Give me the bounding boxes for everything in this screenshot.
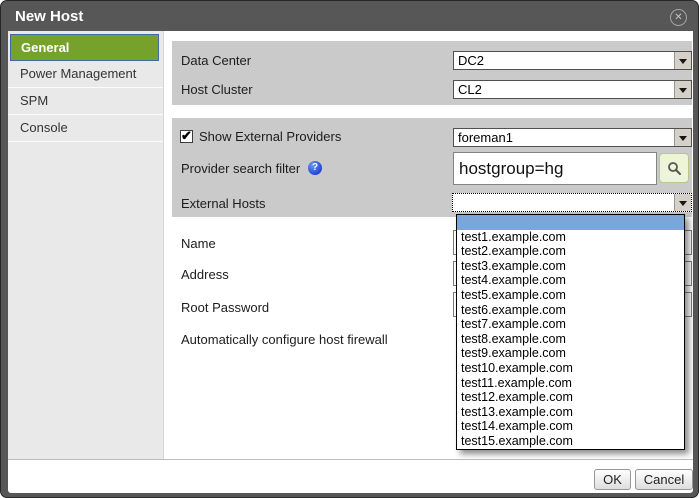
- search-icon: [667, 161, 682, 176]
- host-cluster-value: CL2: [458, 81, 482, 98]
- sidebar-item-label: General: [21, 40, 69, 55]
- sidebar-item-general[interactable]: General: [10, 34, 159, 61]
- cancel-button[interactable]: Cancel: [635, 469, 693, 490]
- external-hosts-label: External Hosts: [181, 194, 266, 213]
- sidebar: General Power Management SPM Console: [8, 31, 164, 459]
- close-icon[interactable]: ✕: [670, 9, 687, 26]
- external-provider-value: foreman1: [458, 129, 513, 146]
- chevron-down-icon: [674, 52, 691, 69]
- root-password-label: Root Password: [181, 298, 269, 317]
- show-external-providers-checkbox[interactable]: ✔: [180, 130, 193, 143]
- firewall-label: Automatically configure host firewall: [181, 330, 388, 349]
- dropdown-item[interactable]: test13.example.com: [457, 405, 684, 420]
- sidebar-item-label: Console: [20, 120, 68, 135]
- provider-search-filter-label: Provider search filter: [181, 159, 300, 178]
- dialog-body: General Power Management SPM Console Dat…: [8, 31, 693, 493]
- window-title: New Host: [15, 8, 83, 25]
- dropdown-item[interactable]: test12.example.com: [457, 390, 684, 405]
- show-external-providers-label: Show External Providers: [199, 127, 341, 146]
- host-cluster-select[interactable]: CL2: [453, 80, 692, 99]
- new-host-dialog: New Host ✕ General Power Management SPM …: [0, 0, 699, 498]
- chevron-down-icon: [674, 194, 691, 211]
- sidebar-item-spm[interactable]: SPM: [8, 88, 163, 115]
- chevron-down-icon: [674, 129, 691, 146]
- checkmark-icon: ✔: [181, 128, 192, 144]
- sidebar-item-console[interactable]: Console: [8, 115, 163, 142]
- provider-search-filter-input[interactable]: [453, 152, 657, 185]
- dropdown-item[interactable]: test10.example.com: [457, 361, 684, 376]
- dropdown-item[interactable]: [457, 215, 684, 230]
- help-icon[interactable]: ?: [308, 161, 322, 175]
- external-hosts-dropdown: test1.example.com test2.example.com test…: [456, 214, 685, 450]
- dropdown-item[interactable]: test5.example.com: [457, 288, 684, 303]
- dropdown-item[interactable]: test3.example.com: [457, 259, 684, 274]
- sidebar-item-label: Power Management: [20, 66, 136, 81]
- sidebar-item-label: SPM: [20, 93, 48, 108]
- sidebar-item-power-management[interactable]: Power Management: [8, 61, 163, 88]
- search-button[interactable]: [659, 153, 689, 183]
- data-center-select[interactable]: DC2: [453, 51, 692, 70]
- external-provider-select[interactable]: foreman1: [453, 128, 692, 147]
- dropdown-item[interactable]: test4.example.com: [457, 273, 684, 288]
- external-hosts-select[interactable]: [452, 193, 692, 212]
- external-provider-section: ✔ Show External Providers foreman1 Provi…: [172, 118, 692, 217]
- data-center-label: Data Center: [181, 51, 251, 70]
- footer-divider: [8, 459, 693, 460]
- data-center-value: DC2: [458, 52, 484, 69]
- ok-button[interactable]: OK: [594, 469, 631, 490]
- dropdown-item[interactable]: test1.example.com: [457, 230, 684, 245]
- address-label: Address: [181, 265, 229, 284]
- name-label: Name: [181, 234, 216, 253]
- host-cluster-label: Host Cluster: [181, 80, 253, 99]
- dropdown-item[interactable]: test7.example.com: [457, 317, 684, 332]
- dropdown-item[interactable]: test6.example.com: [457, 303, 684, 318]
- dropdown-item[interactable]: test9.example.com: [457, 346, 684, 361]
- dropdown-item[interactable]: test8.example.com: [457, 332, 684, 347]
- chevron-down-icon: [674, 81, 691, 98]
- dropdown-item[interactable]: test2.example.com: [457, 244, 684, 259]
- dropdown-item[interactable]: test14.example.com: [457, 419, 684, 434]
- cluster-section: Data Center DC2 Host Cluster CL2: [172, 41, 692, 105]
- dropdown-item[interactable]: test11.example.com: [457, 376, 684, 391]
- dropdown-item[interactable]: test15.example.com: [457, 434, 684, 449]
